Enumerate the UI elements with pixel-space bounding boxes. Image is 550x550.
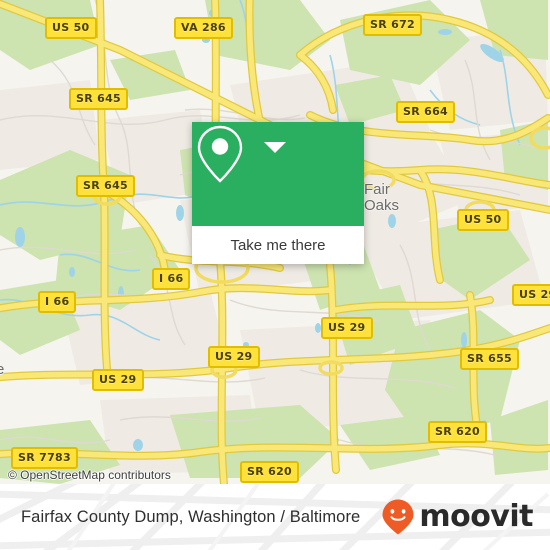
road-shield: US 29: [92, 369, 144, 391]
moovit-wordmark: moovit: [419, 499, 533, 534]
place-label-fair-oaks: Fair Oaks: [364, 181, 400, 214]
road-shield: US 29: [208, 346, 260, 368]
footer-bar: Fairfax County Dump, Washington / Baltim…: [0, 484, 550, 550]
popup-pointer: [264, 142, 286, 153]
road-shield: SR 620: [428, 421, 487, 443]
road-shield: US 50: [457, 209, 509, 231]
popup-pin-area: [192, 122, 364, 226]
road-shield: SR 664: [396, 101, 455, 123]
moovit-brand[interactable]: moovit: [381, 484, 533, 550]
take-me-there-label: Take me there: [230, 236, 326, 254]
road-shield: SR 645: [69, 88, 128, 110]
road-shield: I 66: [38, 291, 77, 313]
road-shield: SR 7783: [11, 447, 78, 469]
road-shield: SR 655: [460, 348, 519, 370]
road-shield: SR 645: [76, 175, 135, 197]
map-pin-icon: [197, 125, 243, 183]
road-shield: VA 286: [174, 17, 233, 39]
map-screenshot: Fair Oaks e US 50 VA 286 SR 672 SR 664 SR 645…: [0, 0, 550, 550]
osm-attribution[interactable]: © OpenStreetMap contributors: [8, 468, 171, 482]
road-shield: US 29: [512, 284, 550, 306]
map-canvas[interactable]: Fair Oaks e US 50 VA 286 SR 672 SR 664 SR 645…: [0, 0, 550, 484]
footer-location-title: Fairfax County Dump, Washington / Baltim…: [21, 507, 361, 526]
road-shield: US 50: [45, 17, 97, 39]
moovit-smiley-pin-icon: [382, 499, 414, 535]
place-label-partial-left: e: [0, 361, 5, 378]
take-me-there-button[interactable]: Take me there: [192, 226, 364, 264]
road-shield: SR 672: [363, 14, 422, 36]
road-shield: SR 620: [240, 461, 299, 483]
road-shield: I 66: [152, 268, 191, 290]
road-shield: US 29: [321, 317, 373, 339]
